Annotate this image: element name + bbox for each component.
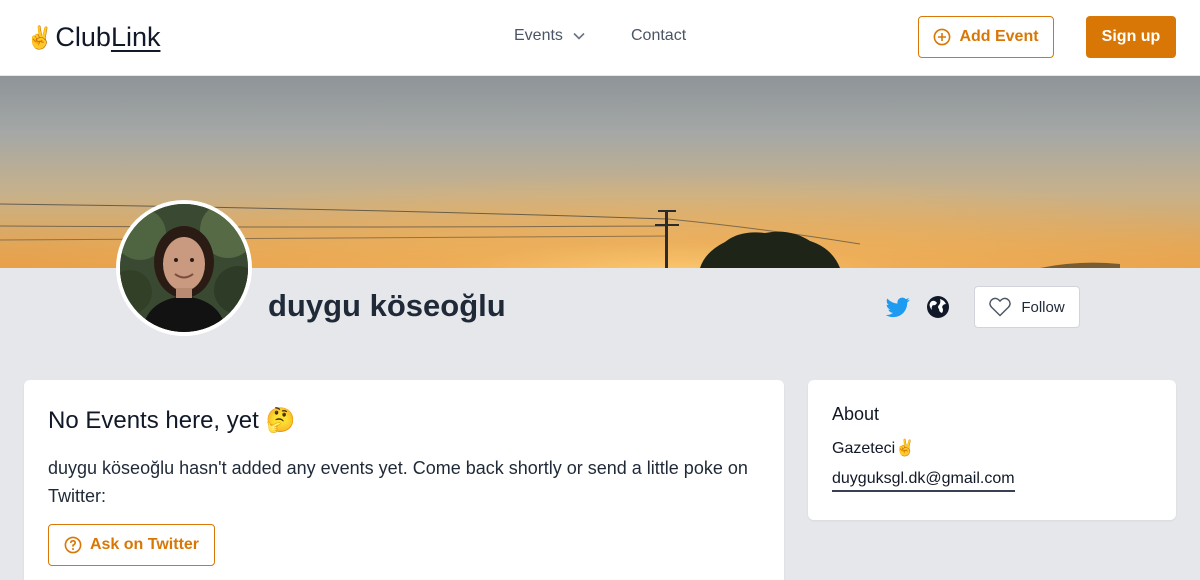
follow-button[interactable]: Follow bbox=[974, 286, 1080, 328]
chevron-down-icon bbox=[573, 32, 585, 40]
nav-contact-link[interactable]: Contact bbox=[631, 27, 686, 45]
clublink-logo[interactable]: ✌️ Club Link bbox=[26, 22, 160, 53]
twitter-icon[interactable] bbox=[886, 295, 910, 319]
nav-events-label: Events bbox=[514, 27, 563, 44]
about-card: About Gazeteci✌️ duyguksgl.dk@gmail.com bbox=[808, 380, 1176, 520]
heart-icon bbox=[989, 297, 1012, 317]
add-event-label: Add Event bbox=[959, 28, 1039, 45]
events-card-title: No Events here, yet 🤔 bbox=[48, 407, 296, 434]
nav-events-dropdown[interactable]: Events bbox=[514, 27, 585, 45]
add-event-button[interactable]: Add Event bbox=[918, 16, 1054, 58]
ask-on-twitter-button[interactable]: Ask on Twitter bbox=[48, 524, 215, 566]
site-header: ✌️ Club Link Events Contact Add Event Si… bbox=[0, 0, 1200, 76]
globe-icon[interactable] bbox=[926, 295, 950, 319]
about-card-title: About bbox=[832, 404, 880, 424]
profile-photo bbox=[120, 204, 248, 332]
about-email-link[interactable]: duyguksgl.dk@gmail.com bbox=[832, 470, 1015, 492]
profile-name: duygu köseoğlu bbox=[268, 288, 506, 323]
events-card-message: duygu köseoğlu hasn't added any events y… bbox=[48, 458, 748, 506]
ask-on-twitter-label: Ask on Twitter bbox=[89, 536, 200, 553]
logo-text-link: Link bbox=[110, 22, 161, 52]
about-bio: Gazeteci✌️ bbox=[832, 440, 916, 457]
logo-text-club: Club bbox=[55, 22, 111, 52]
events-card: No Events here, yet 🤔 duygu köseoğlu has… bbox=[24, 380, 784, 580]
question-circle-icon bbox=[64, 536, 82, 554]
victory-hand-icon: ✌️ bbox=[26, 24, 54, 50]
profile-avatar bbox=[116, 200, 252, 336]
plus-circle-icon bbox=[934, 28, 951, 46]
follow-label: Follow bbox=[1021, 298, 1065, 316]
sign-up-button[interactable]: Sign up bbox=[1086, 16, 1176, 58]
